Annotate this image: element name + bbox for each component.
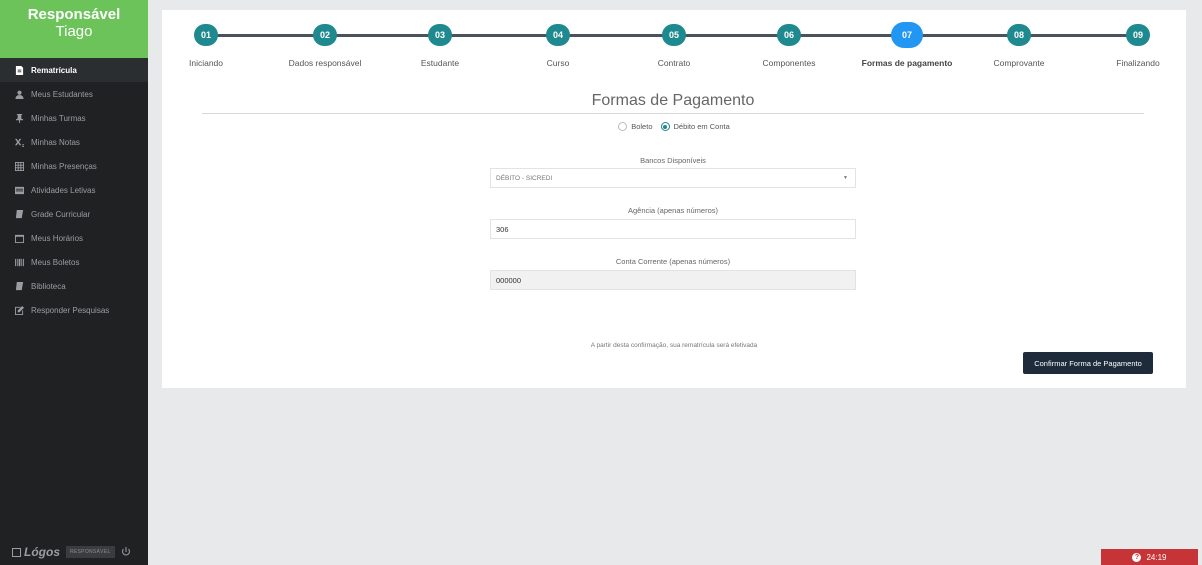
step-number: 02 [313,24,337,46]
step-number: 06 [777,24,801,46]
subscript-icon [14,137,24,147]
step-label: Formas de pagamento [861,58,953,68]
list-icon [14,185,24,195]
book-icon [14,281,24,291]
barcode-icon [14,257,24,267]
radio-circle[interactable] [618,122,628,131]
sidebar-item-label: Rematrícula [31,65,77,75]
step-number: 09 [1126,24,1150,46]
file-icon [14,65,24,75]
sidebar-item-label: Grade Curricular [31,209,91,219]
logos-logo: Lógos [12,545,60,559]
user-header: Responsável Tiago [0,0,148,58]
sidebar-item-label: Minhas Notas [31,137,80,147]
sidebar-item-atividades-letivas[interactable]: Atividades Letivas [0,178,148,202]
confirm-payment-button[interactable]: Confirmar Forma de Pagamento [1023,352,1153,374]
power-icon[interactable] [121,547,131,557]
user-name: Tiago [55,23,93,40]
agency-input[interactable]: 306 [490,219,856,239]
radio-circle-selected[interactable] [660,122,670,131]
step-number: 08 [1007,24,1031,46]
step-finalizando[interactable]: 09 Finalizando [1078,24,1198,68]
sidebar-item-label: Atividades Letivas [31,185,96,195]
step-number: 04 [546,24,570,46]
caret-down-icon: ▼ [843,175,848,181]
radio-label: Débito em Conta [673,122,730,131]
step-label: Dados responsável [288,58,362,68]
payment-method-radios: Boleto Débito em Conta [162,122,1186,131]
step-iniciando[interactable]: 01 Iniciando [146,24,266,68]
role-badge: RESPONSÁVEL [66,546,115,558]
step-comprovante[interactable]: 08 Comprovante [959,24,1079,68]
radio-label: Boleto [631,122,653,131]
step-componentes[interactable]: 06 Componentes [729,24,849,68]
sidebar-item-minhas-notas[interactable]: Minhas Notas [0,130,148,154]
sidebar-item-label: Biblioteca [31,281,66,291]
step-dados-responsavel[interactable]: 02 Dados responsável [265,24,385,68]
step-number: 03 [428,24,452,46]
grid-icon [14,161,24,171]
sidebar-item-meus-horarios[interactable]: Meus Horários [0,226,148,250]
help-icon[interactable]: ? [1132,552,1142,562]
session-timer: ? 24:19 [1101,549,1198,565]
pin-icon [14,113,24,123]
agency-label: Agência (apenas números) [627,206,719,215]
step-number: 05 [662,24,686,46]
step-label: Finalizando [1116,58,1160,68]
step-label: Iniciando [188,58,224,68]
sidebar-item-label: Minhas Turmas [31,113,86,123]
sidebar: Responsável Tiago Rematrícula Meus Estud… [0,0,148,565]
step-formas-de-pagamento[interactable]: 07 Formas de pagamento [847,22,967,68]
user-role: Responsável [27,6,121,23]
radio-boleto[interactable]: Boleto [618,122,653,131]
edit-icon [14,305,24,315]
sidebar-item-minhas-presencas[interactable]: Minhas Presenças [0,154,148,178]
step-contrato[interactable]: 05 Contrato [614,24,734,68]
book-icon [14,209,24,219]
step-label: Estudante [420,58,460,68]
sidebar-item-label: Meus Horários [31,233,84,243]
step-curso[interactable]: 04 Curso [498,24,618,68]
bank-label: Bancos Disponíveis [640,156,706,165]
sidebar-item-rematricula[interactable]: Rematrícula [0,58,148,82]
step-label: Componentes [762,58,816,68]
sidebar-menu: Rematrícula Meus Estudantes Minhas Turma… [0,58,148,322]
sidebar-item-meus-estudantes[interactable]: Meus Estudantes [0,82,148,106]
sidebar-footer: Lógos RESPONSÁVEL [0,539,148,565]
page-title: Formas de Pagamento [202,92,1144,114]
step-label: Curso [546,58,570,68]
user-icon [14,89,24,99]
sidebar-item-biblioteca[interactable]: Biblioteca [0,274,148,298]
bank-selected-value: DÉBITO - SICREDI [496,174,553,182]
sidebar-item-label: Meus Boletos [31,257,80,267]
account-label: Conta Corrente (apenas números) [615,257,731,266]
step-number: 01 [194,24,218,46]
step-estudante[interactable]: 03 Estudante [380,24,500,68]
progress-stepper: 01 Iniciando 02 Dados responsável 03 Estuda… [162,22,1186,74]
sidebar-item-minhas-turmas[interactable]: Minhas Turmas [0,106,148,130]
sidebar-item-label: Meus Estudantes [31,89,93,99]
sidebar-item-label: Minhas Presenças [31,161,97,171]
bank-select[interactable]: DÉBITO - SICREDI ▼ [490,168,856,188]
step-label: Comprovante [993,58,1045,68]
sidebar-item-meus-boletos[interactable]: Meus Boletos [0,250,148,274]
main-panel: 01 Iniciando 02 Dados responsável 03 Estuda… [162,10,1186,388]
account-input[interactable]: 000000 [490,270,856,290]
sidebar-item-responder-pesquisas[interactable]: Responder Pesquisas [0,298,148,322]
logo-mark-icon [12,547,21,557]
timer-value: 24:19 [1146,552,1167,562]
step-label: Contrato [657,58,691,68]
step-number: 07 [891,22,923,48]
confirmation-notice: A partir desta confirmação, sua rematríc… [590,342,758,349]
sidebar-item-grade-curricular[interactable]: Grade Curricular [0,202,148,226]
calendar-icon [14,233,24,243]
sidebar-item-label: Responder Pesquisas [31,305,110,315]
radio-debito-em-conta[interactable]: Débito em Conta [660,122,730,131]
